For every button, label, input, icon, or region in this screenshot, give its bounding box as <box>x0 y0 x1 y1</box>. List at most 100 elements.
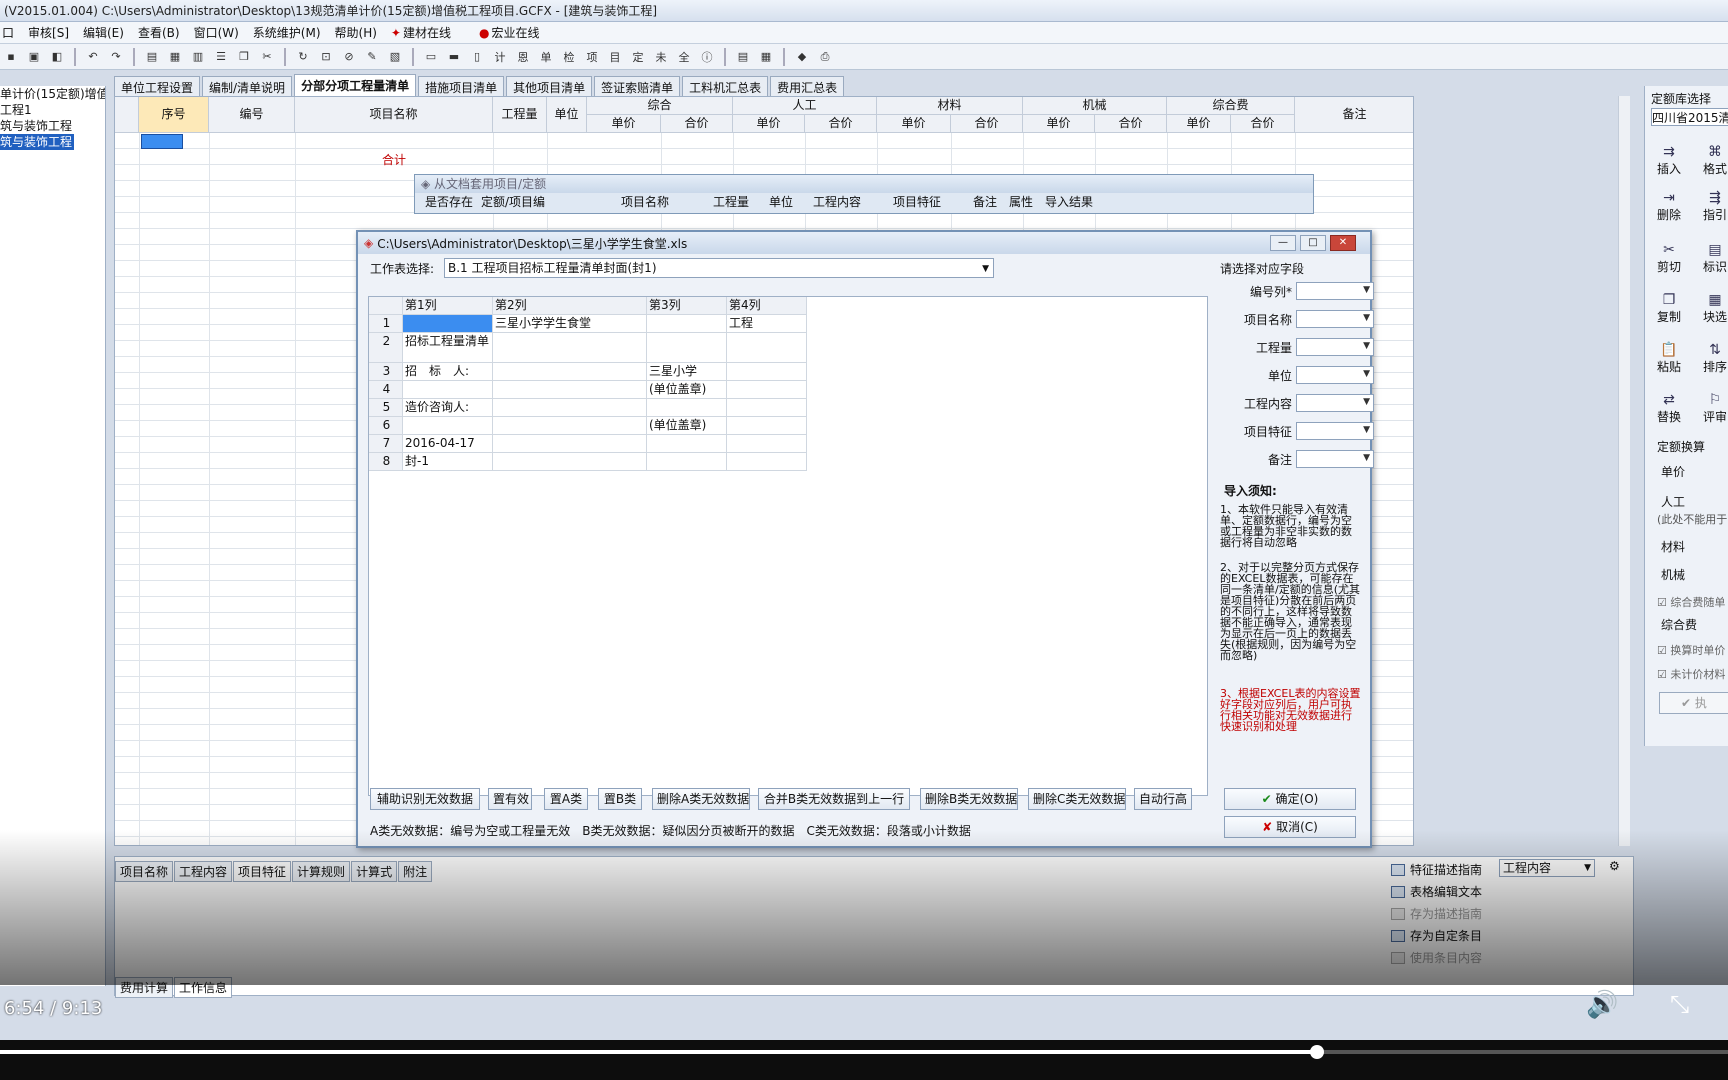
layout3-icon[interactable]: ▯ <box>468 48 486 66</box>
copy-button[interactable]: ❐ 复制 <box>1649 292 1689 325</box>
col-labor-unitprice[interactable]: 单价 <box>733 115 805 133</box>
col-note[interactable]: 备注 <box>1295 97 1413 133</box>
unit-icon[interactable]: 单 <box>537 48 555 66</box>
ok-button[interactable]: ✔ 确定(O) <box>1224 788 1356 810</box>
set-a-button[interactable]: 置A类 <box>544 788 588 810</box>
tab-work-info[interactable]: 工作信息 <box>174 977 233 998</box>
sheet-icon[interactable]: ▦ <box>757 48 775 66</box>
document-icon[interactable]: ▤ <box>143 48 161 66</box>
video-progress-track[interactable] <box>0 1050 1728 1054</box>
table-row[interactable]: 7 2016-04-17 <box>369 435 807 453</box>
preview-col-4[interactable]: 第4列 <box>727 297 807 315</box>
content-type-select[interactable]: 工程内容 ▼ <box>1499 859 1595 877</box>
menu-window[interactable]: 窗口(W) <box>194 24 239 41</box>
replace-button[interactable]: ⇄ 替换 <box>1649 392 1689 425</box>
col-seq[interactable]: 序号 <box>139 97 209 133</box>
merge-b-button[interactable]: 合并B类无效数据到上一行 <box>758 788 910 810</box>
sheet-select[interactable]: B.1 工程项目招标工程量清单封面(封1) ▼ <box>444 258 994 278</box>
save-icon[interactable]: ▪ <box>2 48 20 66</box>
table-row[interactable]: 5 造价咨询人: <box>369 399 807 417</box>
grid-icon[interactable]: ▥ <box>189 48 207 66</box>
preview-col-3[interactable]: 第3列 <box>647 297 727 315</box>
feature-guide-option[interactable]: 特征描述指南 <box>1391 859 1482 881</box>
tree-item[interactable]: 单计价(15定额)增值 <box>0 86 105 102</box>
delete-c-button[interactable]: 删除C类无效数据 <box>1028 788 1126 810</box>
col-unit[interactable]: 单位 <box>547 97 587 133</box>
col-material-unitprice[interactable]: 单价 <box>877 115 951 133</box>
tab-item-name[interactable]: 项目名称 <box>115 861 174 882</box>
table-row[interactable]: 8 封-1 <box>369 453 807 471</box>
info-icon[interactable]: ⓘ <box>698 48 716 66</box>
settings-icon[interactable]: ⚙ <box>1609 859 1620 873</box>
delete-a-button[interactable]: 删除A类无效数据 <box>652 788 750 810</box>
preview-col-2[interactable]: 第2列 <box>493 297 647 315</box>
list-icon[interactable]: ☰ <box>212 48 230 66</box>
execute-button[interactable]: ✔ 执 <box>1659 692 1728 714</box>
formula-icon[interactable]: 恩 <box>514 48 532 66</box>
table-row[interactable]: 1 三星小学学生食堂 工程 <box>369 315 807 333</box>
menu-view[interactable]: 查看(B) <box>138 24 180 41</box>
col-comp-unitprice[interactable]: 单价 <box>587 115 661 133</box>
set-b-button[interactable]: 置B类 <box>598 788 642 810</box>
layout2-icon[interactable]: ▬ <box>445 48 463 66</box>
menu-help[interactable]: 帮助(H) <box>335 24 377 41</box>
table-row[interactable]: 6 (单位盖章) <box>369 417 807 435</box>
tab-other-items[interactable]: 其他项目清单 <box>506 76 593 96</box>
redo-icon[interactable]: ↷ <box>107 48 125 66</box>
table-icon[interactable]: ▤ <box>734 48 752 66</box>
tree-item-selected[interactable]: 筑与装饰工程 <box>0 134 75 150</box>
volume-icon[interactable]: 🔊 <box>1586 990 1618 1020</box>
tab-fee-summary[interactable]: 费用汇总表 <box>770 76 845 96</box>
save-custom-option[interactable]: 存为自定条目 <box>1391 925 1482 947</box>
auto-detect-invalid-button[interactable]: 辅助识别无效数据 <box>370 788 480 810</box>
save-guide-option[interactable]: 存为描述指南 <box>1391 903 1482 925</box>
hongye-online-link[interactable]: ● 宏业在线 <box>479 24 554 41</box>
menu-system[interactable]: 系统维护(M) <box>253 24 321 41</box>
col-fee-unitprice[interactable]: 单价 <box>1167 115 1231 133</box>
selected-cell[interactable] <box>141 134 183 149</box>
cut-icon[interactable]: ✂ <box>258 48 276 66</box>
cut-button[interactable]: ✂ 剪切 <box>1649 242 1689 275</box>
quota-db-select[interactable]: 四川省2015清单 <box>1651 108 1728 126</box>
col-labor-total[interactable]: 合价 <box>805 115 877 133</box>
tab-claims[interactable]: 签证索赔清单 <box>594 76 681 96</box>
printer-icon[interactable]: ⎙ <box>816 48 834 66</box>
col-material-total[interactable]: 合价 <box>951 115 1023 133</box>
copy-icon[interactable]: ❐ <box>235 48 253 66</box>
use-item-content-option[interactable]: 使用条目内容 <box>1391 947 1482 969</box>
tab-measures[interactable]: 措施项目清单 <box>418 76 505 96</box>
field-unit-select[interactable] <box>1296 366 1374 384</box>
col-comp-total[interactable]: 合价 <box>661 115 733 133</box>
exit-fullscreen-icon[interactable]: ⤡ <box>1670 990 1689 1018</box>
guide-button[interactable]: ⇶ 指引 <box>1695 190 1728 223</box>
menu-review[interactable]: 审核[S] <box>28 24 69 41</box>
tab-unit-settings[interactable]: 单位工程设置 <box>114 76 201 96</box>
mark-button[interactable]: ▤ 标识 <box>1695 242 1728 275</box>
edit-icon[interactable]: ✎ <box>363 48 381 66</box>
report-icon[interactable]: ▧ <box>386 48 404 66</box>
comp-fee-checkbox[interactable]: ☑ 综合费随单 <box>1657 594 1725 610</box>
table-row[interactable]: 4 (单位盖章) <box>369 381 807 399</box>
auto-row-height-button[interactable]: 自动行高 <box>1134 788 1192 810</box>
export-icon[interactable]: ◧ <box>48 48 66 66</box>
review-button[interactable]: ⚐ 评审 <box>1695 392 1728 425</box>
field-note-select[interactable] <box>1296 450 1374 468</box>
table-row[interactable]: 2 招标工程量清单 <box>369 333 807 363</box>
video-progress-handle[interactable] <box>1309 1045 1324 1059</box>
fixed-icon[interactable]: 定 <box>629 48 647 66</box>
table-row[interactable]: 3 招 标 人: 三星小学 <box>369 363 807 381</box>
col-qty[interactable]: 工程量 <box>493 97 547 133</box>
target-icon[interactable]: 目 <box>606 48 624 66</box>
filter-icon[interactable]: ⊘ <box>340 48 358 66</box>
all-icon[interactable]: 全 <box>675 48 693 66</box>
item-icon[interactable]: 项 <box>583 48 601 66</box>
tab-notes[interactable]: 附注 <box>398 861 433 882</box>
tab-calc-rule[interactable]: 计算规则 <box>292 861 351 882</box>
check-icon[interactable]: 检 <box>560 48 578 66</box>
delete-button[interactable]: ⇥ 删除 <box>1649 190 1689 223</box>
tab-item-feature[interactable]: 项目特征 <box>233 861 292 882</box>
tab-description[interactable]: 编制/清单说明 <box>202 76 293 96</box>
preview-col-1[interactable]: 第1列 <box>403 297 493 315</box>
menu-edit[interactable]: 编辑(E) <box>83 24 124 41</box>
tab-formula[interactable]: 计算式 <box>351 861 398 882</box>
